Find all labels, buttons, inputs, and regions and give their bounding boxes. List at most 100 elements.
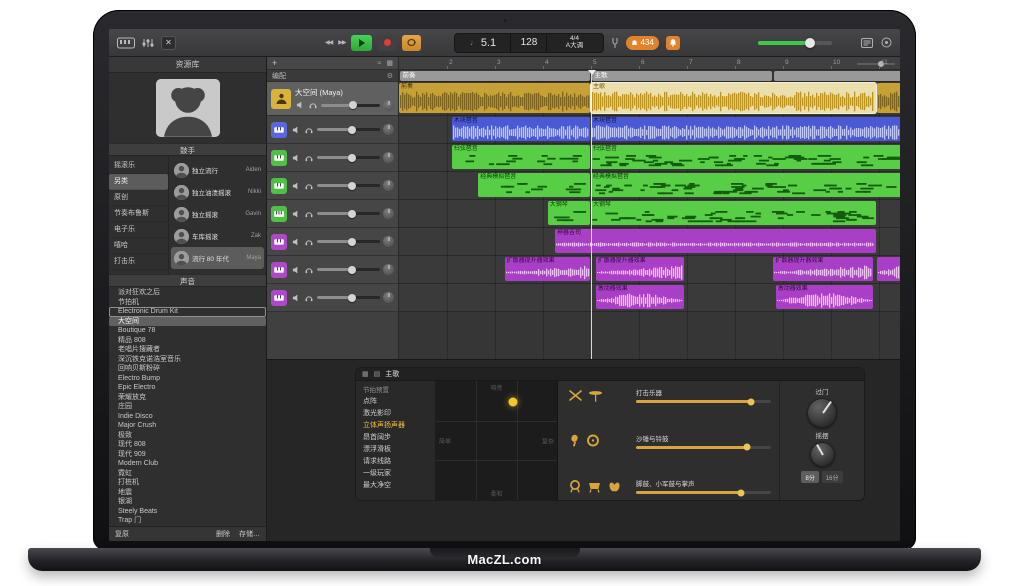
preset-item[interactable]: 请求线路 <box>356 456 435 468</box>
track-volume-slider[interactable] <box>317 128 380 131</box>
region[interactable]: 经典模拟琶音 <box>478 173 590 197</box>
volume-knob[interactable] <box>349 101 357 109</box>
sound-item[interactable]: 银湖 <box>109 497 266 507</box>
genre-item[interactable]: 原创 <box>109 190 168 206</box>
drum-slider-knob[interactable] <box>738 489 745 496</box>
track-header-row[interactable] <box>267 116 398 144</box>
swing-8th-button[interactable]: 8分 <box>801 471 818 483</box>
section-pill[interactable]: 前奏 <box>400 71 591 81</box>
tambourine-icon[interactable] <box>586 434 600 447</box>
track-volume-slider[interactable] <box>317 184 380 187</box>
automation-icon[interactable]: ≈ <box>378 60 382 67</box>
drummer-item[interactable]: 独立流行Aiden <box>171 159 264 181</box>
drummer-item[interactable]: 流行 80 年代Maya <box>171 247 264 269</box>
display-mode-icon[interactable] <box>861 37 873 48</box>
tuning-fork-icon[interactable] <box>611 37 619 49</box>
delete-button[interactable]: 删除 <box>216 529 230 539</box>
sound-item[interactable]: 霓虹 <box>109 469 266 479</box>
solo-button[interactable] <box>304 293 314 303</box>
timeline[interactable]: 234567891011 前奏主歌 前奏主歌木块琶音木块琶音扫弦琶音扫弦琶音经典… <box>399 57 900 359</box>
volume-knob[interactable] <box>348 294 356 302</box>
drum-slider-knob[interactable] <box>743 444 750 451</box>
editor-grid-icon[interactable]: ▦ <box>362 371 369 378</box>
mute-button[interactable] <box>291 237 301 247</box>
track-pan-knob[interactable] <box>383 100 394 111</box>
sound-item[interactable]: 派对狂欢之后 <box>109 288 266 298</box>
time-ruler[interactable]: 234567891011 <box>399 57 900 70</box>
genre-item[interactable]: 另类 <box>109 174 168 190</box>
sound-item[interactable]: Electro Bump <box>109 374 266 384</box>
solo-button[interactable] <box>304 237 314 247</box>
region[interactable]: 扩散器提升器效果 <box>773 257 873 281</box>
sound-item[interactable]: 精品 808 <box>109 336 266 346</box>
preset-item[interactable]: 昂首阔步 <box>356 432 435 444</box>
section-pill[interactable]: 主歌 <box>592 71 773 81</box>
sound-item[interactable]: 极致 <box>109 431 266 441</box>
drum-level-slider[interactable] <box>636 446 771 449</box>
sound-item[interactable]: 打桩机 <box>109 478 266 488</box>
preset-item[interactable]: 立体声扬声器 <box>356 420 435 432</box>
solo-button[interactable] <box>304 125 314 135</box>
volume-knob[interactable] <box>348 182 356 190</box>
swing-knob[interactable] <box>810 442 835 467</box>
notification-badge[interactable] <box>666 36 680 50</box>
drum-level-slider[interactable] <box>636 400 771 403</box>
media-browser-icon[interactable] <box>881 37 892 48</box>
forward-button[interactable]: ▶▶ <box>338 39 345 46</box>
sound-item[interactable]: Electronic Drum Kit <box>109 307 266 317</box>
sound-item[interactable]: Major Crush <box>109 421 266 431</box>
track-volume-slider[interactable] <box>317 268 380 271</box>
volume-knob[interactable] <box>348 266 356 274</box>
sound-item[interactable]: 庄园 <box>109 402 266 412</box>
mute-button[interactable] <box>291 293 301 303</box>
genre-item[interactable]: 嘻哈 <box>109 238 168 254</box>
genre-item[interactable]: 摇滚乐 <box>109 158 168 174</box>
close-feature-button[interactable]: ✕ <box>161 36 176 50</box>
musical-typing-icon[interactable] <box>117 37 135 49</box>
sound-item[interactable]: 荣耀放克 <box>109 393 266 403</box>
track-pan-knob[interactable] <box>383 208 394 219</box>
solo-button[interactable] <box>304 265 314 275</box>
solo-button[interactable] <box>308 100 318 110</box>
region[interactable]: 神器吉司 <box>555 229 876 253</box>
track-volume-slider[interactable] <box>321 104 380 107</box>
xy-pad-handle[interactable] <box>509 398 518 407</box>
mute-button[interactable] <box>291 265 301 275</box>
zoom-slider[interactable] <box>857 62 895 66</box>
mute-button[interactable] <box>291 125 301 135</box>
genre-item[interactable]: 节奏布鲁斯 <box>109 206 168 222</box>
region[interactable]: 前奏 <box>399 83 590 113</box>
volume-knob[interactable] <box>348 238 356 246</box>
revert-button[interactable]: 复原 <box>115 529 129 539</box>
solo-button[interactable] <box>304 153 314 163</box>
sound-item[interactable]: 现代 808 <box>109 440 266 450</box>
track-volume-slider[interactable] <box>317 156 380 159</box>
preset-item[interactable]: 点阵 <box>356 396 435 408</box>
track-pan-knob[interactable] <box>383 180 394 191</box>
save-button[interactable]: 存储… <box>239 529 260 539</box>
kick-icon[interactable] <box>568 480 582 493</box>
sound-item[interactable]: 节拍机 <box>109 298 266 308</box>
mute-button[interactable] <box>291 153 301 163</box>
volume-knob[interactable] <box>348 210 356 218</box>
sound-item[interactable]: 深沉铁克诺浩室音乐 <box>109 355 266 365</box>
sticks-icon[interactable] <box>568 389 583 402</box>
sound-item[interactable]: 大空间 <box>109 317 266 327</box>
track-pan-knob[interactable] <box>383 236 394 247</box>
sound-item[interactable]: 地震 <box>109 488 266 498</box>
sound-item[interactable]: 回响贝斯粉碎 <box>109 364 266 374</box>
region[interactable]: 扫弦琶音 <box>591 145 900 169</box>
region[interactable]: 扩散器提升器效果 <box>596 257 684 281</box>
mute-button[interactable] <box>295 100 305 110</box>
region[interactable]: 激动器效果 <box>596 285 684 309</box>
snare-icon[interactable] <box>587 480 602 493</box>
drum-icons[interactable] <box>568 389 630 402</box>
preset-item[interactable]: 最大净空 <box>356 480 435 492</box>
track-header-row[interactable] <box>267 144 398 172</box>
region[interactable]: 大钢琴 <box>591 201 876 225</box>
track-pan-knob[interactable] <box>383 264 394 275</box>
region[interactable]: 扫弦琶音 <box>452 145 590 169</box>
drummer-item[interactable]: 车库摇滚Zak <box>171 225 264 247</box>
xy-pad[interactable]: 响亮 柔和 简单 复杂 <box>436 381 558 500</box>
master-volume-slider[interactable] <box>758 41 832 45</box>
